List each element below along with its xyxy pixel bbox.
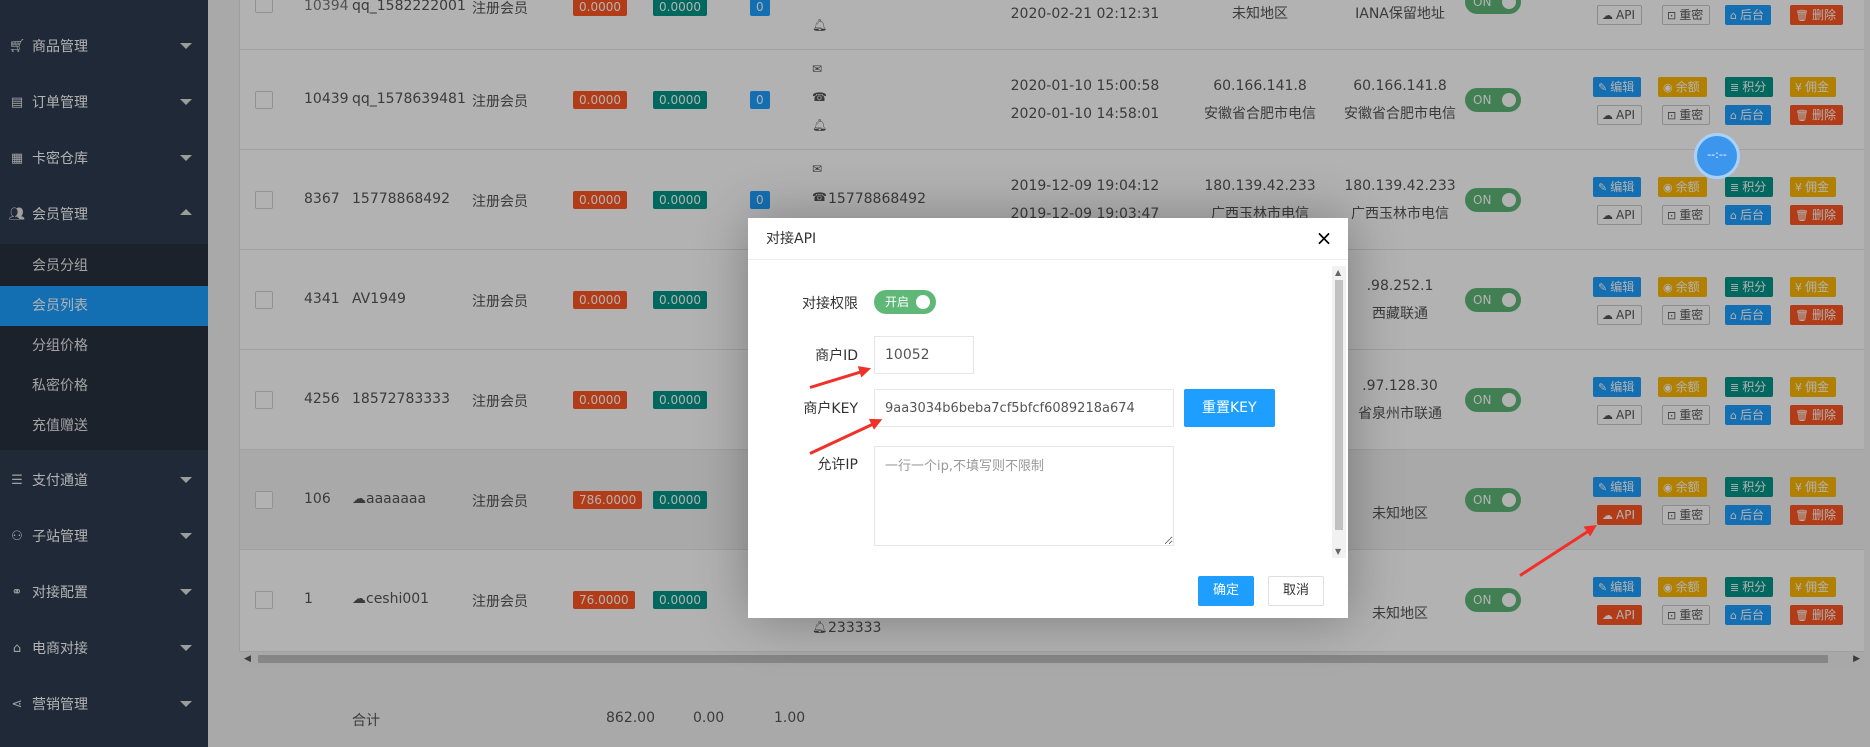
scrollbar-thumb[interactable] (1335, 280, 1343, 530)
merchant-key-label: 商户KEY (803, 401, 858, 417)
allow-ip-label: 允许IP (817, 457, 858, 473)
merchant-id-input[interactable] (874, 336, 974, 374)
scroll-up-icon[interactable]: ▲ (1335, 268, 1341, 277)
api-modal: 对接API × 对接权限 开启 商户ID 商户KEY 重置KEY 允许IP ▲ … (748, 218, 1348, 618)
allow-ip-textarea[interactable] (874, 446, 1174, 546)
perm-label: 对接权限 (802, 296, 858, 312)
cursor-indicator: --:-- (1694, 133, 1740, 179)
modal-title: 对接API (766, 231, 817, 247)
modal-scrollbar[interactable]: ▲ ▼ (1332, 266, 1346, 558)
confirm-button[interactable]: 确定 (1198, 576, 1255, 606)
merchant-key-input[interactable] (874, 389, 1174, 427)
perm-toggle[interactable]: 开启 (874, 290, 936, 314)
reset-key-button[interactable]: 重置KEY (1184, 389, 1275, 427)
modal-header: 对接API (748, 218, 1348, 260)
modal-body: 对接权限 开启 商户ID 商户KEY 重置KEY 允许IP (748, 260, 1338, 560)
cancel-button[interactable]: 取消 (1268, 576, 1325, 606)
scroll-down-icon[interactable]: ▼ (1335, 547, 1341, 556)
close-icon[interactable]: × (1314, 228, 1334, 248)
merchant-id-label: 商户ID (815, 348, 858, 364)
